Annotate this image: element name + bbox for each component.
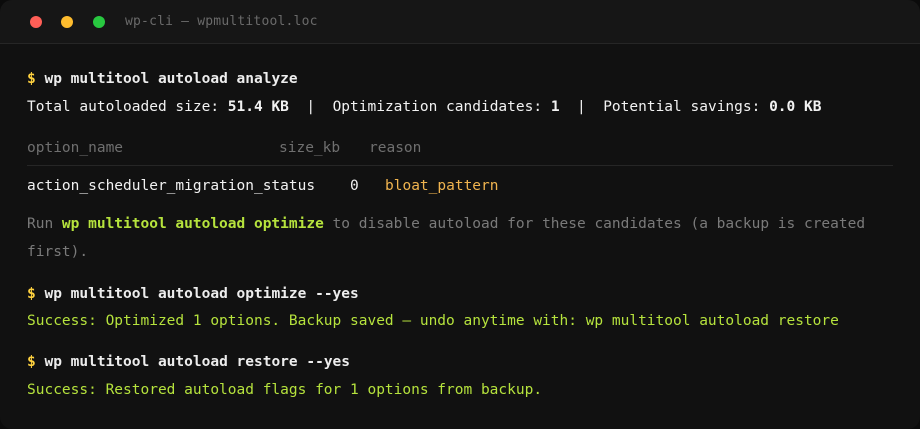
command-line-optimize: $ wp multitool autoload optimize --yes: [27, 284, 359, 304]
command-line-analyze: $ wp multitool autoload analyze: [27, 69, 298, 89]
cell-option-name: action_scheduler_migration_status: [27, 178, 316, 194]
terminal-window: wp-cli — wpmultitool.loc $ wp multitool …: [0, 0, 920, 429]
size-value: 51.4 KB: [227, 99, 289, 115]
window-title: wp-cli — wpmultitool.loc: [125, 14, 318, 29]
prompt-symbol: $: [27, 354, 36, 370]
terminal-output[interactable]: $ wp multitool autoload analyze Total au…: [0, 45, 920, 429]
title-bar: wp-cli — wpmultitool.loc: [0, 0, 920, 44]
maximize-window-button[interactable]: [93, 16, 105, 28]
table-divider: [27, 165, 893, 166]
hint-prefix: Run: [27, 216, 62, 232]
success-message-restore: Success: Restored autoload flags for 1 o…: [27, 380, 542, 400]
command-line-restore: $ wp multitool autoload restore --yes: [27, 352, 350, 372]
savings-label: Potential savings:: [603, 99, 770, 115]
prompt-symbol: $: [27, 286, 36, 302]
savings-value: 0.0 KB: [769, 99, 822, 115]
success-text: Success: Optimized 1 options. Backup sav…: [27, 313, 839, 329]
column-header-option-name: option_name: [27, 140, 124, 156]
hint-line-1: Run wp multitool autoload optimize to di…: [27, 214, 865, 234]
close-window-button[interactable]: [30, 16, 42, 28]
candidates-label: Optimization candidates:: [332, 99, 551, 115]
command-text: wp multitool autoload restore --yes: [44, 354, 351, 370]
minimize-window-button[interactable]: [61, 16, 73, 28]
column-header-size-kb: size_kb: [279, 140, 341, 156]
cell-reason: bloat_pattern: [385, 178, 499, 194]
hint-suffix: to disable autoload for these candidates…: [323, 216, 866, 232]
command-text: wp multitool autoload optimize --yes: [44, 286, 359, 302]
summary-line: Total autoloaded size: 51.4 KB | Optimiz…: [27, 97, 821, 117]
prompt-symbol: $: [27, 71, 36, 87]
hint-line-2: first).: [27, 242, 88, 262]
separator: |: [288, 99, 333, 115]
success-text: Success: Restored autoload flags for 1 o…: [27, 382, 543, 398]
hint-continuation: first).: [27, 244, 89, 260]
table-row: action_scheduler_migration_status 0 bloa…: [27, 176, 893, 196]
cell-size-kb: 0: [350, 178, 359, 194]
size-label: Total autoloaded size:: [27, 99, 228, 115]
success-message-optimize: Success: Optimized 1 options. Backup sav…: [27, 311, 839, 331]
column-header-reason: reason: [369, 140, 422, 156]
candidates-value: 1: [550, 99, 560, 115]
hint-command: wp multitool autoload optimize: [61, 216, 324, 232]
table-header-row: option_name size_kb reason: [27, 138, 893, 158]
command-text: wp multitool autoload analyze: [44, 71, 298, 87]
separator: |: [559, 99, 604, 115]
